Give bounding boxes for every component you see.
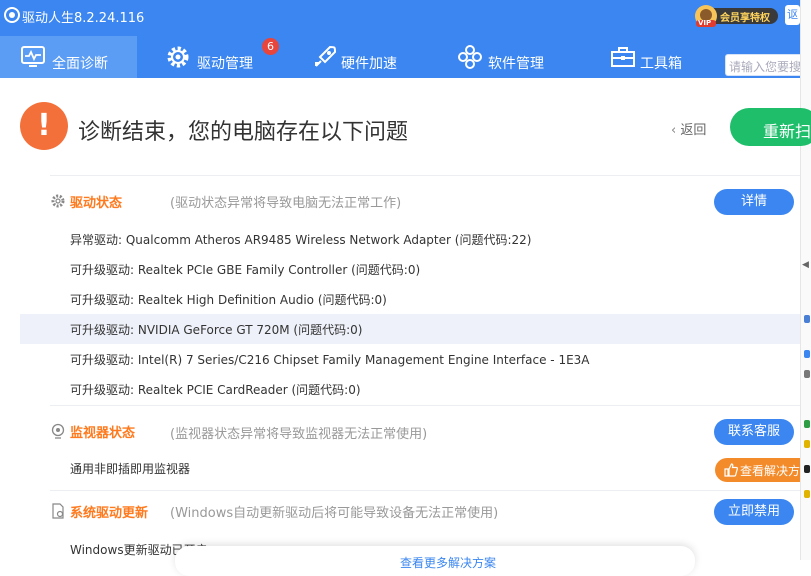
tab-driver-management[interactable]: 驱动管理 6 [137,36,282,78]
list-item: 可升级驱动: NVIDIA GeForce GT 720M (问题代码:0) [20,314,800,344]
update-count-badge: 6 [262,38,279,55]
disable-now-button[interactable]: 立即禁用 [714,499,794,525]
page-title: 诊断结束，您的电脑存在以下问题 [78,120,409,145]
chevron-left-icon: ‹ [671,123,681,138]
side-widget-icon [804,350,810,358]
rescan-button[interactable]: 重新扫 [730,108,811,146]
back-label: 返回 [680,123,707,138]
side-widget-icon [804,465,810,473]
divider [50,405,800,406]
monitor-pulse-icon [21,46,45,67]
rocket-icon [315,45,337,67]
list-item: 通用非即插即用监视器 [20,453,800,483]
tab-label: 工具箱 [640,56,682,72]
list-item: 异常驱动: Qualcomm Atheros AR9485 Wireless N… [20,224,800,254]
tab-software-management[interactable]: 软件管理 [445,36,575,78]
title-bar: 驱动人生8.2.24.116 VIP 会员享特权 讴 全面诊断 驱动管理 6 硬… [0,0,800,78]
document-icon [52,503,64,519]
list-item: 可升级驱动: Realtek PCIE CardReader (问题代码:0) [20,374,800,404]
gear-icon [51,194,65,208]
app-title: 驱动人生8.2.24.116 [22,11,145,26]
tab-hardware-acceleration[interactable]: 硬件加速 [300,36,430,78]
side-widget-icon [804,315,810,323]
section-description: (监视器状态异常将导致监视器无法正常使用) [170,427,428,442]
section-description: (Windows自动更新驱动后将可能导致设备无法正常使用) [170,506,499,521]
divider [50,175,800,176]
list-item: 可升级驱动: Realtek High Definition Audio (问题… [20,284,800,314]
driver-item-text: 可升级驱动: Intel(R) 7 Series/C216 Chipset Fa… [70,353,590,367]
more-solutions-popup[interactable]: 查看更多解决方案 [175,546,695,576]
vip-tag: VIP [698,19,712,27]
more-solutions-label: 查看更多解决方案 [400,556,497,570]
thumbs-up-icon [724,463,738,477]
side-widget-icon [804,370,810,378]
user-account-button[interactable]: 讴 [785,5,800,25]
tab-full-diagnosis[interactable]: 全面诊断 [0,36,137,78]
section-description: (驱动状态异常将导致电脑无法正常工作) [170,196,402,211]
monitor-item-text: 通用非即插即用监视器 [70,462,191,476]
tab-label: 硬件加速 [341,56,397,72]
monitor-status-icon [51,423,65,439]
driver-item-text: 可升级驱动: Realtek PCIE CardReader (问题代码:0) [70,383,361,397]
toolbox-icon [611,47,635,67]
vip-label: 会员享特权 [720,13,770,24]
view-solution-label: 查看解决方 [740,464,801,478]
section-title: 监视器状态 [70,426,136,441]
app-logo-icon [4,7,20,23]
apps-icon [458,45,482,69]
driver-item-text: 可升级驱动: Realtek High Definition Audio (问题… [70,293,387,307]
list-item: 可升级驱动: Intel(R) 7 Series/C216 Chipset Fa… [20,344,800,374]
contact-support-button[interactable]: 联系客服 [714,419,794,445]
back-button[interactable]: ‹ 返回 [671,119,706,138]
list-item: 可升级驱动: Realtek PCIe GBE Family Controlle… [20,254,800,284]
search-input[interactable]: 请输入您要搜索 [725,54,800,76]
tab-label: 驱动管理 [197,56,253,72]
side-widget-icon [804,490,810,498]
side-widget-icon [804,440,810,448]
driver-item-text: 可升级驱动: NVIDIA GeForce GT 720M (问题代码:0) [70,323,363,337]
driver-item-text: 可升级驱动: Realtek PCIe GBE Family Controlle… [70,263,421,277]
divider [50,490,800,491]
section-title: 驱动状态 [70,196,123,211]
section-title: 系统驱动更新 [70,506,149,521]
vip-promo-button[interactable]: VIP 会员享特权 [694,4,778,28]
gear-icon [167,46,189,68]
rescan-label: 重新扫 [763,122,811,141]
warning-icon: ! [20,102,68,150]
tab-label: 软件管理 [488,56,544,72]
collapse-arrow-icon[interactable]: ◀ [802,260,809,270]
view-solution-button[interactable]: 查看解决方 [715,458,800,482]
scrollbar[interactable] [800,0,811,560]
side-widget-icon [804,420,810,428]
tab-toolbox[interactable]: 工具箱 [600,36,710,78]
details-button[interactable]: 详情 [714,189,794,215]
tab-label: 全面诊断 [52,56,108,72]
driver-item-text: 异常驱动: Qualcomm Atheros AR9485 Wireless N… [70,233,532,247]
